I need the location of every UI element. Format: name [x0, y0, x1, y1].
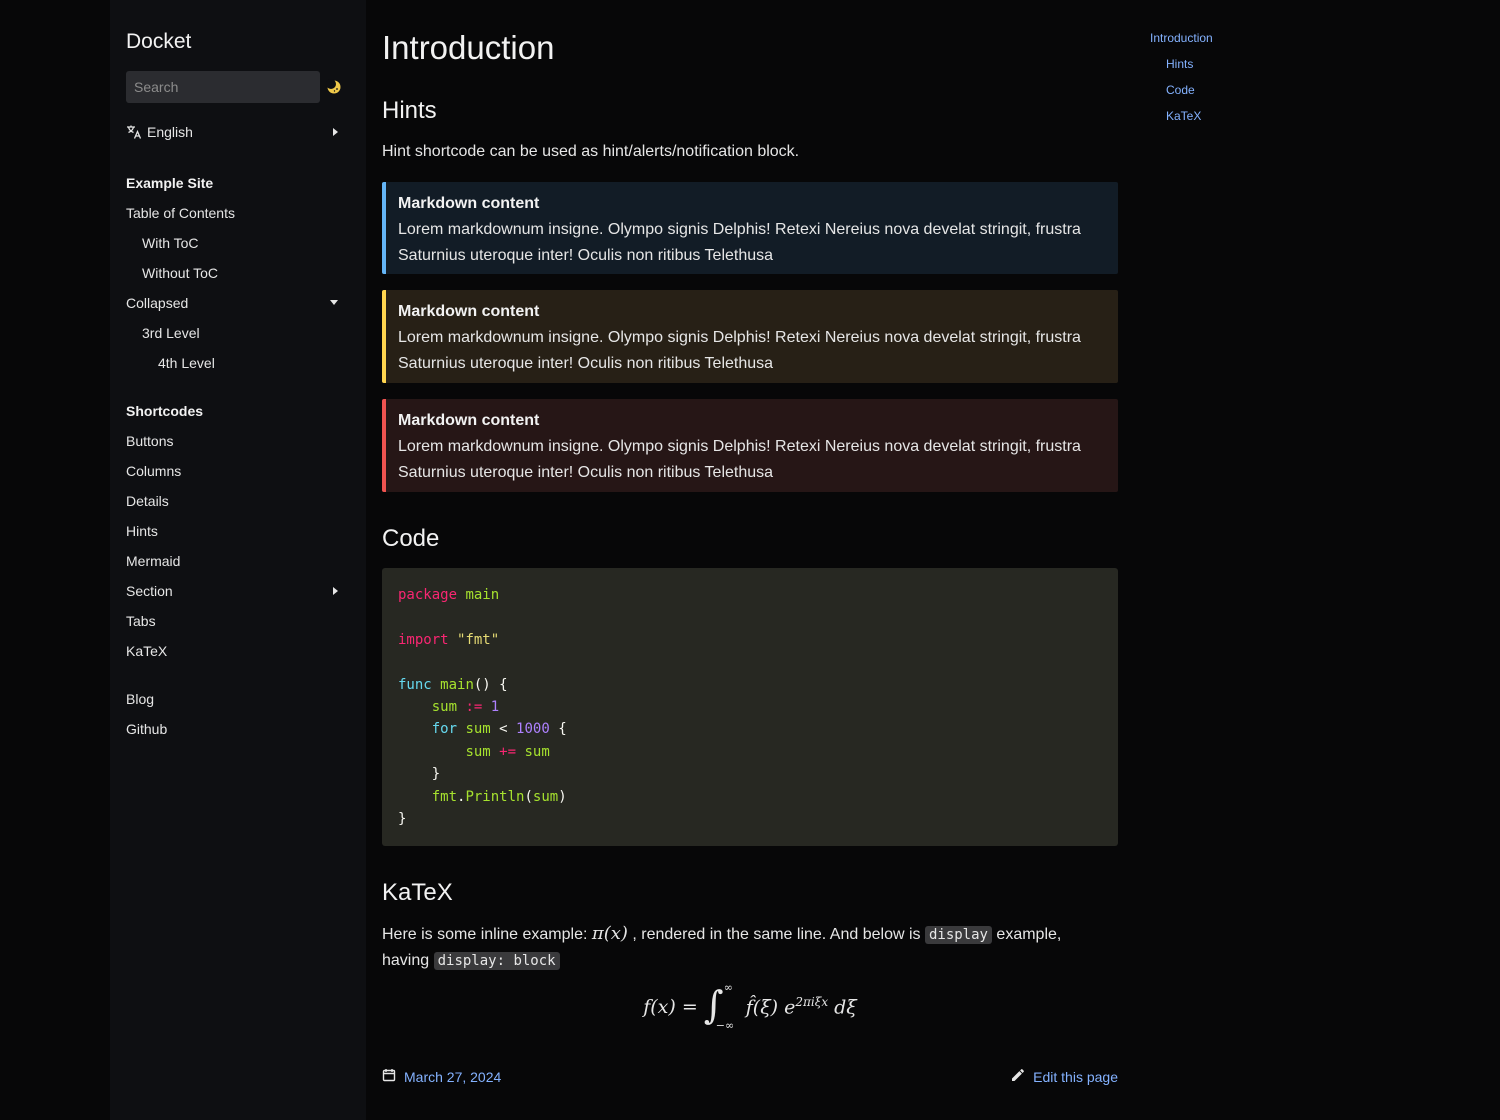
hints-intro: Hint shortcode can be used as hint/alert…: [382, 143, 800, 160]
search-input[interactable]: [126, 71, 320, 103]
sidebar-item-collapsed[interactable]: Collapsed: [126, 288, 350, 318]
sidebar-item-table-of-contents[interactable]: Table of Contents: [126, 198, 350, 228]
language-label: English: [147, 124, 193, 140]
code-line: for sum < 1000 {: [431, 721, 567, 738]
code-heading: Code: [382, 525, 440, 552]
date-link[interactable]: March 27, 2024: [404, 1069, 501, 1085]
table-of-contents: Introduction Hints Code KaTeX: [1150, 30, 1213, 134]
hint-danger-block: Markdown content Lorem markdownum insign…: [382, 399, 1118, 492]
katex-heading: KaTeX: [382, 879, 453, 906]
hint-body: Lorem markdownum insigne. Olympo signis …: [398, 221, 1081, 264]
edit-page-link[interactable]: Edit this page: [1033, 1069, 1118, 1085]
sidebar-item-with-toc[interactable]: With ToC: [126, 228, 350, 258]
code-line: }: [398, 766, 441, 783]
katex-text: example,: [991, 926, 1062, 943]
sidebar-item-4th-level[interactable]: 4th Level: [126, 348, 350, 378]
code-line: }: [398, 811, 407, 828]
toc-item-katex[interactable]: KaTeX: [1150, 108, 1213, 134]
nav-section-title[interactable]: Shortcodes: [126, 396, 350, 426]
code-line: import "fmt": [398, 631, 500, 648]
hint-title: Markdown content: [398, 195, 540, 212]
search-row: [126, 71, 350, 103]
calendar-icon: [382, 1068, 404, 1085]
code-line: func main() {: [398, 676, 508, 693]
sidebar: Docket English Example Site Table of Con…: [110, 0, 366, 1120]
chevron-down-icon[interactable]: [330, 300, 338, 305]
sidebar-item-tabs[interactable]: Tabs: [126, 606, 350, 636]
exponent: 2πiξx: [795, 995, 829, 1010]
translate-icon: [126, 124, 142, 140]
hint-title: Markdown content: [398, 303, 540, 320]
sidebar-item-label: Collapsed: [126, 295, 189, 311]
sidebar-item-details[interactable]: Details: [126, 486, 350, 516]
hint-body: Lorem markdownum insigne. Olympo signis …: [398, 438, 1081, 481]
integral-lower-bound: −∞: [715, 1019, 735, 1032]
toc-item-introduction[interactable]: Introduction: [1150, 30, 1213, 56]
code-block[interactable]: package main import "fmt" func main() { …: [382, 568, 1118, 846]
sidebar-item-mermaid[interactable]: Mermaid: [126, 546, 350, 576]
sidebar-item-3rd-level[interactable]: 3rd Level: [126, 318, 350, 348]
code-line: package main: [398, 587, 500, 603]
hints-heading: Hints: [382, 97, 437, 124]
sidebar-item-label: Section: [126, 583, 173, 599]
sidebar-item-hints[interactable]: Hints: [126, 516, 350, 546]
chevron-right-icon[interactable]: [333, 587, 338, 595]
sidebar-item-blog[interactable]: Blog: [126, 684, 350, 714]
sidebar-item-columns[interactable]: Columns: [126, 456, 350, 486]
hint-warning-block: Markdown content Lorem markdownum insign…: [382, 290, 1118, 383]
last-modified: March 27, 2024: [382, 1068, 501, 1085]
page-title: Introduction: [382, 29, 555, 66]
nav-section-title[interactable]: Example Site: [126, 168, 350, 198]
language-selector[interactable]: English: [126, 121, 350, 143]
code-line: fmt.Println(sum): [431, 788, 567, 805]
hint-title: Markdown content: [398, 412, 540, 429]
inline-code: display: block: [433, 952, 560, 970]
sidebar-item-section[interactable]: Section: [126, 576, 350, 606]
katex-text: Here is some inline example:: [382, 926, 592, 943]
theme-toggle-icon[interactable]: [326, 79, 342, 95]
toc-item-hints[interactable]: Hints: [1150, 56, 1213, 82]
katex-text: , rendered in the same line. And below i…: [627, 926, 925, 943]
hint-info-block: Markdown content Lorem markdownum insign…: [382, 182, 1118, 274]
toc-item-code[interactable]: Code: [1150, 82, 1213, 108]
chevron-right-icon: [333, 128, 338, 136]
code-line: sum += sum: [465, 743, 550, 760]
katex-text: having: [382, 952, 434, 969]
integral-upper-bound: ∞: [723, 981, 733, 994]
sidebar-item-buttons[interactable]: Buttons: [126, 426, 350, 456]
code-line: sum := 1: [431, 699, 500, 716]
inline-math: π(x): [591, 923, 628, 944]
edit-page[interactable]: Edit this page: [1011, 1068, 1118, 1085]
inline-code: display: [924, 926, 992, 944]
pencil-icon: [1011, 1068, 1033, 1085]
site-brand[interactable]: Docket: [126, 30, 350, 54]
sidebar-item-katex[interactable]: KaTeX: [126, 636, 350, 666]
katex-paragraph: Here is some inline example: π(x) , rend…: [382, 921, 1118, 974]
sidebar-item-without-toc[interactable]: Without ToC: [126, 258, 350, 288]
sidebar-item-github[interactable]: Github: [126, 714, 350, 744]
hint-body: Lorem markdownum insigne. Olympo signis …: [398, 329, 1081, 372]
display-math: f(x) = ∫ ∞ −∞ f̂(ξ) e2πiξx dξ: [643, 981, 857, 1032]
